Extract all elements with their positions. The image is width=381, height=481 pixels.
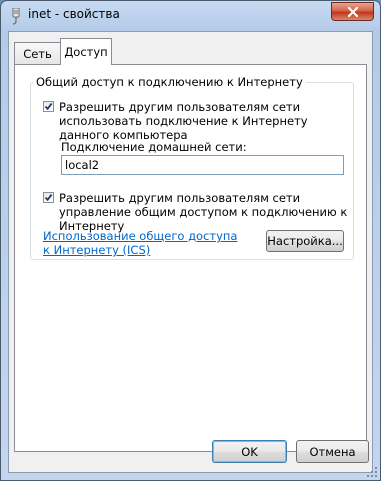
window-title: inet - свойства (28, 7, 120, 21)
allow-connect-checkbox[interactable] (43, 101, 54, 112)
group-title: Общий доступ к подключению к Интернету (33, 75, 306, 89)
allow-control-label[interactable]: Разрешить другим пользователям сети упра… (59, 191, 349, 233)
checkmark-icon (44, 194, 53, 202)
allow-connect-label[interactable]: Разрешить другим пользователям сети испо… (59, 100, 349, 142)
ok-button[interactable]: OK (212, 440, 287, 463)
ics-help-link[interactable]: Использование общего доступа к Интернету… (43, 229, 243, 257)
dialog-client-area: Сеть Доступ Общий доступ к подключению к… (8, 31, 373, 473)
settings-button[interactable]: Настройка... (266, 230, 344, 252)
checkmark-icon (44, 103, 53, 111)
tab-network[interactable]: Сеть (14, 42, 61, 64)
home-network-label: Подключение домашней сети: (61, 140, 247, 154)
network-adapter-icon (10, 7, 22, 25)
resize-grip-icon[interactable] (366, 466, 378, 478)
title-bar[interactable]: inet - свойства (1, 1, 380, 31)
home-network-input[interactable] (61, 155, 344, 175)
allow-control-checkbox[interactable] (43, 192, 54, 203)
tab-sharing[interactable]: Доступ (60, 38, 112, 65)
close-icon (347, 6, 359, 17)
close-button[interactable] (331, 2, 374, 21)
properties-dialog: inet - свойства Сеть Доступ Общий доступ… (0, 0, 381, 481)
cancel-button[interactable]: Отмена (296, 440, 369, 463)
